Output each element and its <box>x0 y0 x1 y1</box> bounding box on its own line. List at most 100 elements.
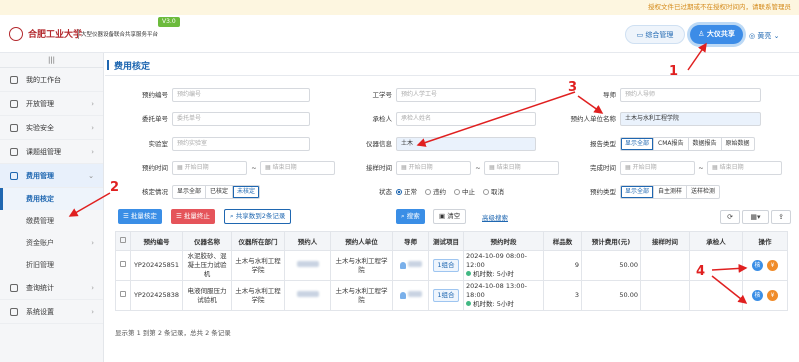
project-tag[interactable]: 1组合 <box>433 259 459 272</box>
checkbox[interactable] <box>120 291 126 297</box>
status-default[interactable]: 违约 <box>425 185 446 199</box>
sidebar-item-statistics[interactable]: 查询统计 › <box>0 276 103 300</box>
contractor-label: 承检人 <box>372 115 393 123</box>
guide-cell <box>392 250 429 281</box>
contractor-input[interactable]: 承检人姓名 <box>396 112 536 126</box>
column-header[interactable]: 接样时间 <box>640 231 690 251</box>
column-header[interactable]: 测试项目 <box>428 231 464 251</box>
row-select[interactable] <box>115 250 131 281</box>
header-divider <box>78 29 79 39</box>
table-row: YP202425851 水泥胶砂、混凝土压力试验机 土木与水利工程学院 土木与水… <box>115 250 788 281</box>
receive-end-date[interactable]: ▦ 结束日期 <box>484 161 559 175</box>
sidebar-subitem-fund-account[interactable]: 资金账户 › <box>0 232 103 254</box>
approve-icon[interactable]: 核 <box>752 290 763 301</box>
payment-icon[interactable]: ¥ <box>767 290 778 301</box>
column-header[interactable]: 导师 <box>392 231 429 251</box>
instrument-input[interactable]: 土木 <box>396 137 536 151</box>
booking-start-date[interactable]: ▦ 开始日期 <box>172 161 247 175</box>
coin-icon <box>10 172 18 180</box>
sidebar-item-lab-safety[interactable]: 实验安全 › <box>0 116 103 140</box>
export-icon[interactable]: ⇪ <box>771 210 791 224</box>
column-header[interactable]: 预约时段 <box>463 231 544 251</box>
sidebar-item-workbench[interactable]: 我的工作台 <box>0 68 103 92</box>
booking-no-link[interactable]: YP202425838 <box>130 280 183 311</box>
report-option-cma[interactable]: CMA报告 <box>654 138 689 150</box>
batch-terminate-button[interactable]: ☰ 批量终止 <box>171 209 215 224</box>
row-select[interactable] <box>115 280 131 311</box>
booking-type-segment: 显示全部 自主测样 送样检测 <box>620 185 721 199</box>
column-header[interactable]: 预约人 <box>284 231 331 251</box>
checkbox[interactable] <box>120 261 126 267</box>
radio-icon <box>425 189 431 195</box>
column-header[interactable]: 预约编号 <box>130 231 183 251</box>
sidebar-item-group-management[interactable]: 课题组管理 › <box>0 140 103 164</box>
entrust-no-input[interactable]: 委托单号 <box>172 112 310 126</box>
booking-type-all[interactable]: 显示全部 <box>621 186 655 198</box>
instrument-name-link[interactable]: 电液伺服压力试验机 <box>182 280 232 311</box>
booking-no-input[interactable]: 预约编号 <box>172 88 310 102</box>
refresh-icon[interactable]: ⟳ <box>720 210 740 224</box>
option-label: 违约 <box>433 188 446 196</box>
approve-option-pending[interactable]: 未核定 <box>233 186 259 198</box>
sidebar-subitem-depreciation[interactable]: 折旧管理 <box>0 254 103 276</box>
advanced-search-link[interactable]: 高级搜索 <box>482 212 508 222</box>
approve-option-done[interactable]: 已核定 <box>206 186 234 198</box>
finish-end-date[interactable]: ▦ 结束日期 <box>707 161 782 175</box>
status-normal[interactable]: 正常 <box>396 185 417 199</box>
redacted-name <box>407 261 422 267</box>
sidebar-subitem-fee-approval[interactable]: 费用核定 <box>0 188 103 210</box>
booker-cell <box>284 280 331 311</box>
contractor-cell <box>689 280 743 311</box>
report-option-all[interactable]: 显示全部 <box>621 138 655 150</box>
unit-input[interactable]: 土木与水利工程学院 <box>620 112 761 126</box>
button-label: 批量核定 <box>130 212 157 220</box>
sidebar-subitem-payment[interactable]: 缴费管理 <box>0 210 103 232</box>
column-header[interactable]: 预约人单位 <box>330 231 393 251</box>
lab-input[interactable]: 预约实验室 <box>172 137 310 151</box>
batch-approve-button[interactable]: ☰ 批量核定 <box>118 209 162 224</box>
checkbox[interactable] <box>120 237 126 243</box>
column-header[interactable]: 预计费用(元) <box>581 231 641 251</box>
comprehensive-management-button[interactable]: ▭ 综合管理 <box>625 25 685 44</box>
instrument-name-link[interactable]: 水泥胶砂、混凝土压力试验机 <box>182 250 232 281</box>
annotation-number-3: 3 <box>568 80 578 95</box>
report-option-data[interactable]: 数据报告 <box>689 138 722 150</box>
clear-button[interactable]: ▣ 清空 <box>433 209 467 224</box>
chevron-right-icon: › <box>91 239 94 247</box>
sidebar-item-settings[interactable]: 系统设置 › <box>0 300 103 324</box>
booking-time-label: 预约时间 <box>142 164 168 172</box>
status-cancelled[interactable]: 取消 <box>483 185 504 199</box>
approve-icon[interactable]: 核 <box>752 260 763 271</box>
report-option-raw[interactable]: 原始数据 <box>722 138 754 150</box>
header: 合肥工业大学 大型仪器设备联合共享服务平台 V3.0 ▭ 综合管理 ♙ 大仪共享… <box>0 15 799 53</box>
booking-no-link[interactable]: YP202425851 <box>130 250 183 281</box>
booking-type-send[interactable]: 送样检测 <box>687 186 719 198</box>
column-header[interactable]: 承检人 <box>689 231 743 251</box>
emp-no-input[interactable]: 预约人学工号 <box>396 88 536 102</box>
search-button[interactable]: ⌕ 搜索 <box>396 209 425 224</box>
guide-input[interactable]: 预约人导师 <box>620 88 761 102</box>
fee-cell: 50.00 <box>581 250 641 281</box>
share-records-button[interactable]: ⌕ 共享数到2条记录 <box>224 209 292 224</box>
sidebar-item-label: 我的工作台 <box>26 76 61 84</box>
instrument-label: 仪器信息 <box>366 140 392 148</box>
booking-type-self[interactable]: 自主测样 <box>654 186 688 198</box>
receive-start-date[interactable]: ▦ 开始日期 <box>396 161 471 175</box>
project-tag[interactable]: 1组合 <box>433 289 459 302</box>
collapse-menu-button[interactable]: ||| <box>0 53 103 68</box>
approve-option-all[interactable]: 显示全部 <box>173 186 207 198</box>
sidebar-item-fee-management[interactable]: 费用管理 ⌄ <box>0 164 103 188</box>
sidebar-item-open-management[interactable]: 开放管理 › <box>0 92 103 116</box>
user-menu[interactable]: ◎ 黄亮 ⌄ <box>749 31 779 41</box>
column-header[interactable]: 仪器名称 <box>182 231 232 251</box>
columns-icon[interactable]: ▦▾ <box>742 210 769 224</box>
finish-start-date[interactable]: ▦ 开始日期 <box>620 161 695 175</box>
select-all-header[interactable] <box>115 231 131 251</box>
user-icon: ♙ <box>698 30 707 38</box>
payment-icon[interactable]: ¥ <box>767 260 778 271</box>
status-stopped[interactable]: 中止 <box>454 185 475 199</box>
column-header[interactable]: 仪器所在部门 <box>231 231 285 251</box>
booking-end-date[interactable]: ▦ 结束日期 <box>260 161 335 175</box>
column-header[interactable]: 样品数 <box>543 231 582 251</box>
instrument-share-button[interactable]: ♙ 大仪共享 <box>690 25 743 44</box>
